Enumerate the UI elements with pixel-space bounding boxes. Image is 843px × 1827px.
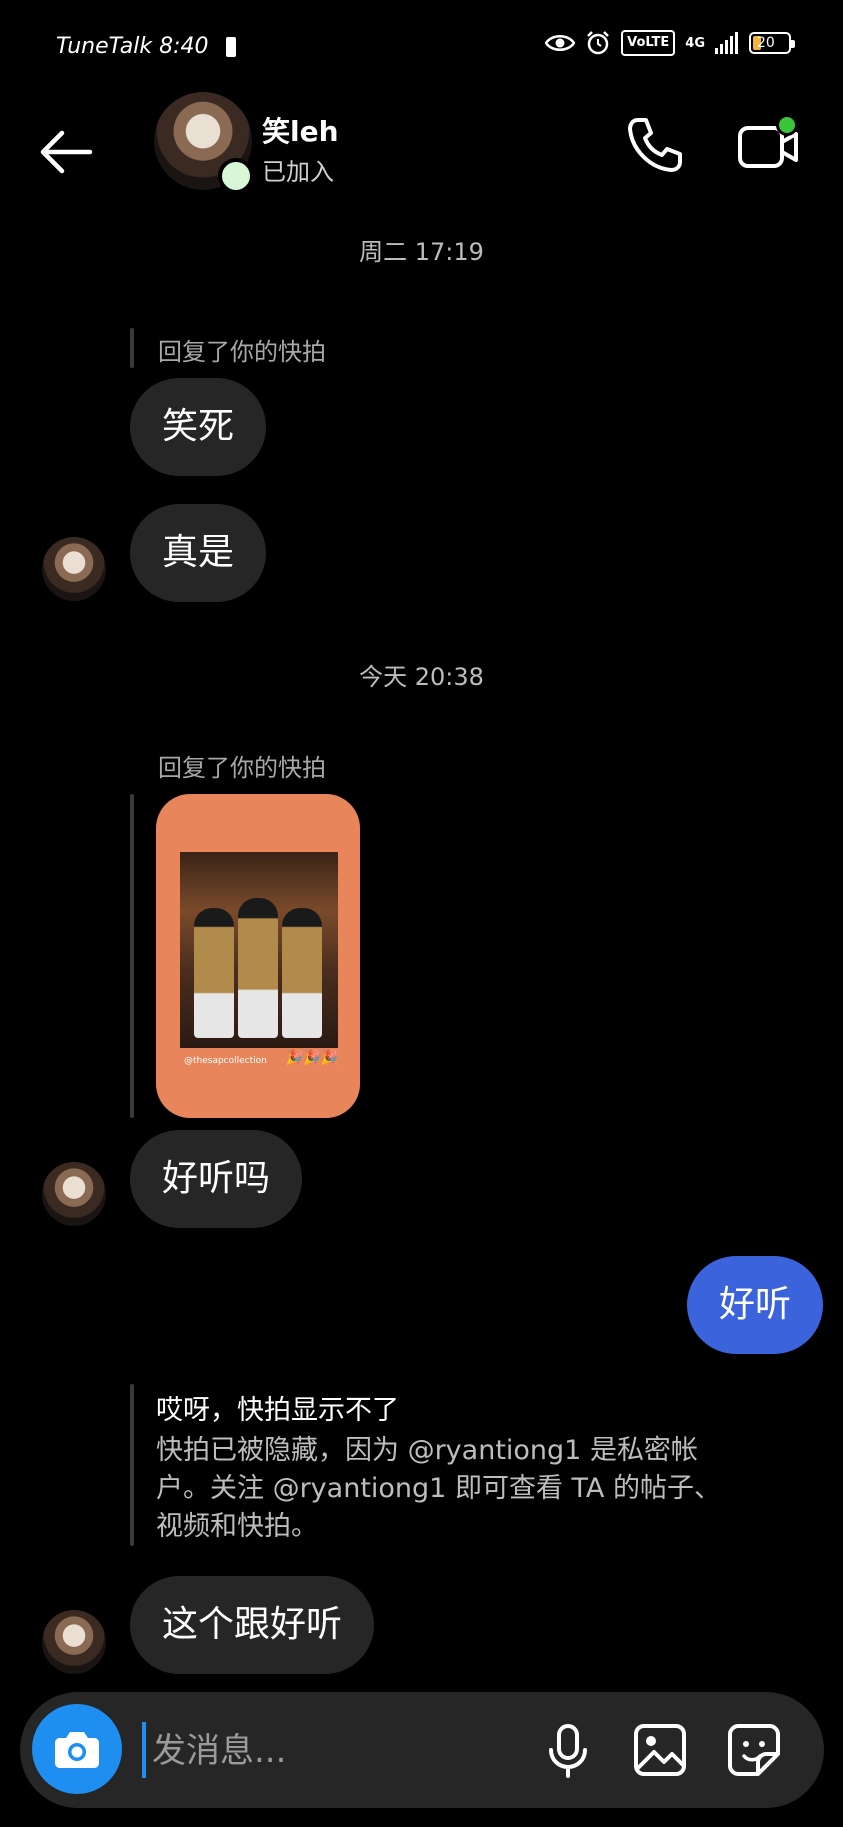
battery-percent: 20 [757,35,775,51]
story-photo [180,852,338,1048]
reply-label: 回复了你的快拍 [158,754,326,782]
sticker-icon[interactable] [722,1718,786,1782]
back-arrow-icon[interactable] [34,120,98,184]
message-input[interactable] [150,1724,534,1778]
reply-indicator-bar [130,794,134,1118]
volte-badge: VoLTE [621,30,676,56]
message-bubble-received[interactable]: 笑死 [130,378,267,476]
timestamp-divider: 周二 17:19 [359,238,484,266]
story-unavailable-body: 快拍已被隐藏，因为 @ryantiong1 是私密帐户。关注 @ryantion… [156,1435,721,1542]
reply-label: 回复了你的快拍 [158,338,326,366]
story-reply-thumbnail[interactable]: @thesapcollection 🎉🎉🎉 [156,794,360,1118]
text-cursor [142,1722,146,1778]
status-icons: VoLTE 4G 20 [545,30,795,56]
alarm-icon [587,31,609,55]
signal-icon [715,32,738,54]
network-type-label: 4G [685,35,705,51]
online-status-dot [218,158,254,194]
status-carrier-time: TuneTalk 8:40 [56,34,236,59]
contact-name[interactable]: 笑leh [262,110,339,150]
story-emoji: 🎉🎉🎉 [285,1050,338,1066]
phone-call-icon[interactable] [624,114,686,176]
sender-avatar[interactable] [42,1162,106,1226]
clock-label: 8:40 [159,34,209,59]
message-bubble-received[interactable]: 好听吗 [130,1130,303,1228]
carrier-label: TuneTalk [56,34,153,59]
reply-indicator-bar [130,328,134,368]
contact-status: 已加入 [262,158,334,186]
timestamp-divider: 今天 20:38 [359,663,484,691]
story-mention-tag: @thesapcollection [184,1056,267,1066]
battery-icon: 20 [749,32,795,54]
message-bubble-received[interactable]: 这个跟好听 [130,1576,375,1674]
sender-avatar[interactable] [42,537,106,601]
active-indicator-dot [776,114,798,136]
camera-button[interactable] [32,1704,122,1794]
eye-icon [545,35,576,51]
sender-avatar[interactable] [42,1610,106,1674]
person-figure [194,908,234,1038]
message-bubble-received[interactable]: 真是 [130,504,267,602]
reply-indicator-bar [130,1384,134,1546]
person-figure [238,898,278,1038]
gallery-image-icon[interactable] [628,1718,692,1782]
microphone-icon[interactable] [536,1718,600,1782]
story-unavailable-title: 哎呀，快拍显示不了 [156,1395,399,1426]
message-bubble-sent[interactable]: 好听 [686,1256,823,1354]
person-figure [282,908,322,1038]
camera-icon [55,1732,99,1768]
notification-icon [225,37,236,57]
